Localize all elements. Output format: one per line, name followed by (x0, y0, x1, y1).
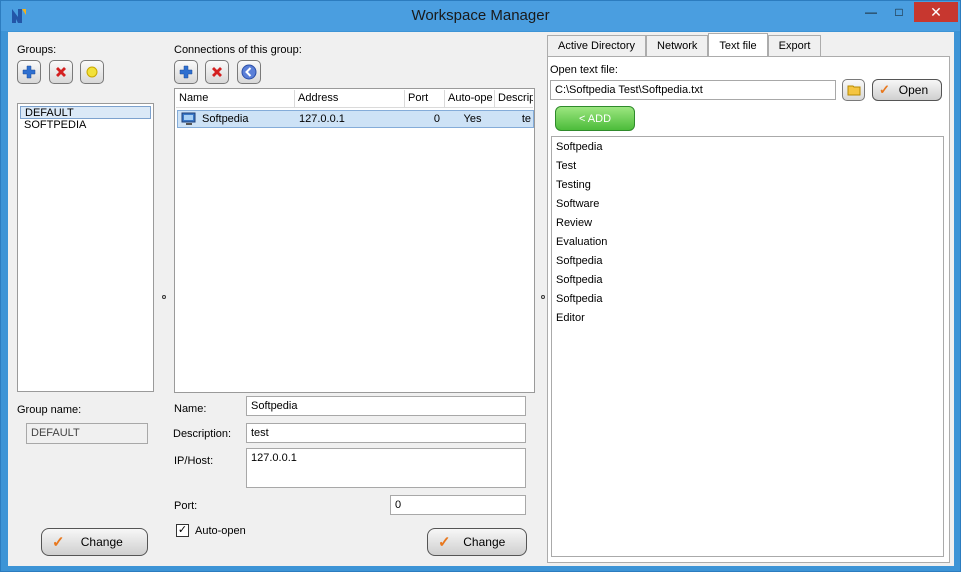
list-item[interactable]: Test (552, 157, 943, 176)
list-item[interactable]: Evaluation (552, 233, 943, 252)
delete-x-icon (212, 67, 222, 77)
connection-change-button[interactable]: ✓ Change (427, 528, 527, 556)
text-lines-list[interactable]: Softpedia Test Testing Software Review E… (551, 136, 944, 557)
groups-label: Groups: (17, 44, 57, 56)
tab-network[interactable]: Network (646, 35, 709, 57)
plus-icon (22, 65, 36, 79)
group-change-button[interactable]: ✓ Change (41, 528, 148, 556)
description-field[interactable]: test (246, 423, 526, 443)
maximize-button[interactable]: □ (885, 2, 913, 22)
list-item[interactable]: Software (552, 195, 943, 214)
add-connection-button[interactable] (174, 60, 198, 84)
checkmark-icon: ✓ (879, 82, 890, 97)
column-header-auto-open[interactable]: Auto-ope (445, 90, 495, 107)
port-label: Port: (174, 500, 198, 512)
description-label: Description: (173, 428, 232, 440)
client-area: Groups: DEFAULT SOFTPEDIA Group name: DE… (8, 32, 954, 566)
connection-row[interactable]: Softpedia 127.0.0.1 0 Yes te (177, 110, 534, 128)
column-header-description[interactable]: Descrip (495, 90, 533, 107)
host-label: IP/Host: (174, 455, 214, 467)
connection-port-cell: 0 (433, 113, 440, 125)
connections-header: Name Address Port Auto-ope Descrip (176, 90, 533, 108)
edit-group-button[interactable] (80, 60, 104, 84)
list-item[interactable]: Review (552, 214, 943, 233)
delete-connection-button[interactable] (205, 60, 229, 84)
splitter-handle[interactable] (162, 295, 166, 299)
open-file-button[interactable]: ✓ Open (872, 79, 942, 101)
connection-auto-open-cell: Yes (463, 113, 482, 125)
delete-x-icon (56, 67, 66, 77)
tab-text-file[interactable]: Text file (708, 33, 768, 57)
title-bar[interactable]: Workspace Manager — □ ✕ (1, 1, 960, 31)
port-field[interactable]: 0 (390, 495, 526, 515)
file-path-field[interactable]: C:\Softpedia Test\Softpedia.txt (550, 80, 836, 100)
connections-label: Connections of this group: (174, 44, 302, 56)
app-window: Workspace Manager — □ ✕ Groups: DEFAULT … (0, 0, 961, 572)
open-text-file-label: Open text file: (550, 64, 618, 76)
add-group-button[interactable] (17, 60, 41, 84)
connection-name-cell: Softpedia (178, 111, 296, 127)
column-header-port[interactable]: Port (405, 90, 445, 107)
tab-strip: Active Directory Network Text file Expor… (547, 33, 822, 57)
back-arrow-icon (241, 64, 257, 80)
group-name-label: Group name: (17, 404, 82, 416)
list-item[interactable]: Testing (552, 176, 943, 195)
list-item[interactable]: Softpedia (552, 290, 943, 309)
folder-icon (847, 85, 860, 96)
minimize-button[interactable]: — (857, 2, 885, 22)
group-name-field[interactable]: DEFAULT (26, 423, 148, 444)
open-connection-button[interactable] (237, 60, 261, 84)
tab-export[interactable]: Export (767, 35, 822, 57)
name-label: Name: (174, 403, 207, 415)
close-button[interactable]: ✕ (914, 2, 958, 22)
auto-open-checkbox[interactable]: ✓ (176, 524, 189, 537)
delete-group-button[interactable] (49, 60, 73, 84)
list-item[interactable]: Softpedia (552, 252, 943, 271)
plus-icon (179, 65, 193, 79)
name-field[interactable]: Softpedia (246, 396, 526, 416)
splitter-handle[interactable] (541, 295, 545, 299)
groups-list[interactable]: DEFAULT SOFTPEDIA (17, 103, 154, 392)
browse-button[interactable] (842, 79, 865, 101)
tab-active-directory[interactable]: Active Directory (547, 35, 647, 57)
host-field[interactable]: 127.0.0.1 (246, 448, 526, 488)
connection-address-cell: 127.0.0.1 (299, 113, 345, 125)
add-button[interactable]: < ADD (555, 106, 635, 131)
list-item[interactable]: Editor (552, 309, 943, 328)
connections-list[interactable]: Name Address Port Auto-ope Descrip Softp… (174, 88, 535, 393)
text-file-panel: Open text file: C:\Softpedia Test\Softpe… (547, 56, 950, 563)
monitor-icon (181, 112, 196, 125)
column-header-address[interactable]: Address (295, 90, 405, 107)
checkmark-icon: ✓ (52, 534, 65, 551)
checkmark-icon: ✓ (438, 534, 451, 551)
group-item[interactable]: DEFAULT (20, 106, 151, 119)
column-header-name[interactable]: Name (176, 90, 295, 107)
connection-description-cell: te (521, 113, 531, 125)
group-item[interactable]: SOFTPEDIA (20, 119, 151, 132)
list-item[interactable]: Softpedia (552, 271, 943, 290)
auto-open-label: Auto-open (195, 525, 246, 537)
list-item[interactable]: Softpedia (552, 138, 943, 157)
window-title: Workspace Manager (411, 7, 550, 24)
star-icon (86, 66, 98, 78)
